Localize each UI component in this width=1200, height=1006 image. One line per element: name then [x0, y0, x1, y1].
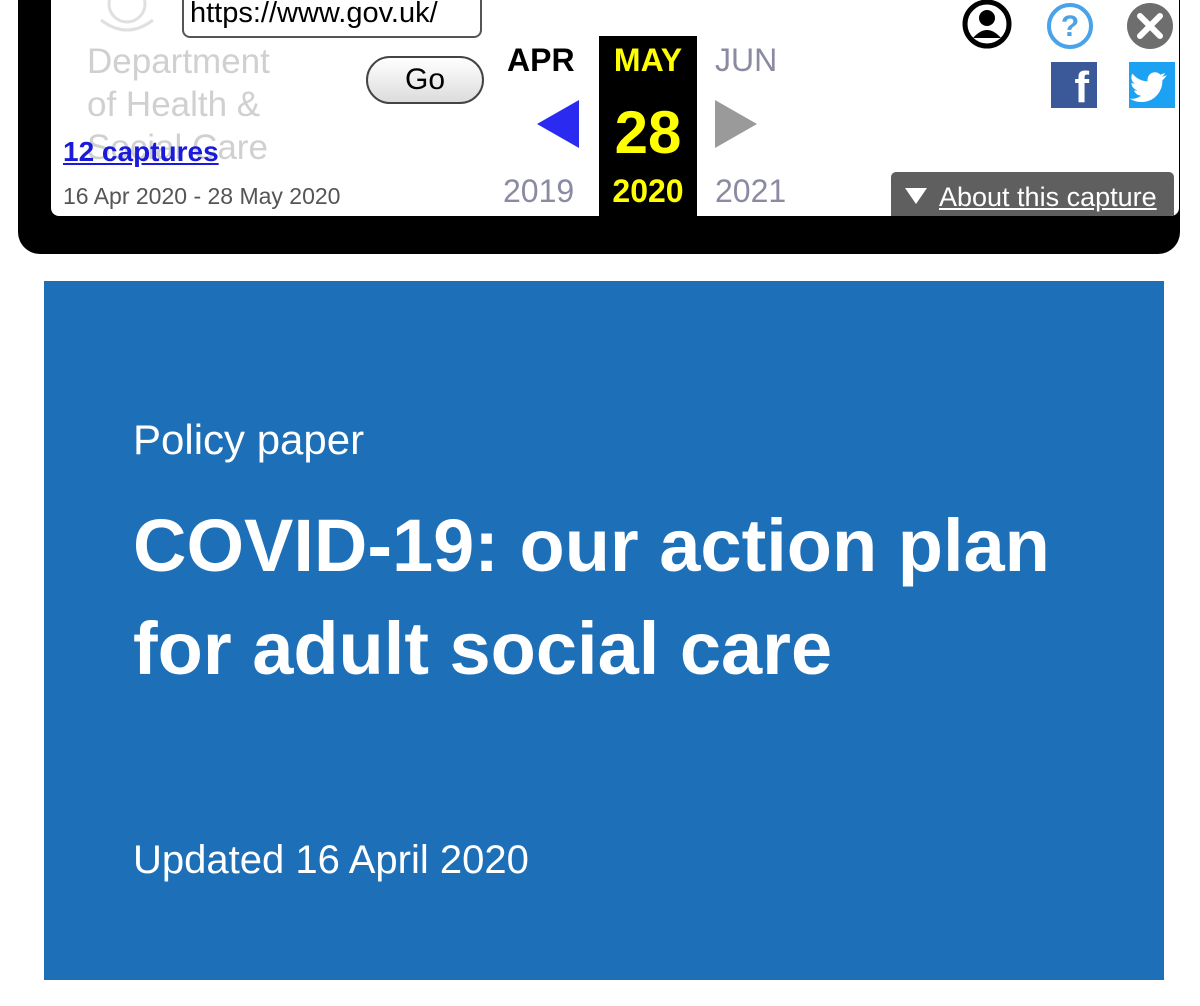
about-capture-button[interactable]: About this capture	[891, 172, 1174, 216]
about-capture-label: About this capture	[939, 182, 1157, 212]
url-input[interactable]	[182, 0, 482, 38]
capture-date-range: 16 Apr 2020 - 28 May 2020	[63, 183, 341, 209]
page-title: COVID-19: our action plan for adult soci…	[133, 504, 1050, 690]
go-button[interactable]: Go	[366, 56, 484, 104]
twitter-icon[interactable]	[1129, 62, 1175, 108]
prev-month-link[interactable]: APR	[507, 42, 575, 79]
wayback-toolbar: Department of Health & Social Care 12 ca…	[18, 0, 1180, 254]
current-month: MAY	[613, 42, 683, 78]
chevron-down-icon	[905, 188, 927, 204]
prev-capture-arrow[interactable]	[537, 100, 579, 148]
current-year: 2020	[612, 173, 684, 209]
next-year-link[interactable]: 2021	[715, 173, 786, 210]
facebook-icon[interactable]: f	[1051, 62, 1097, 108]
wayback-toolbar-panel: Department of Health & Social Care 12 ca…	[51, 0, 1179, 216]
user-icon[interactable]	[961, 0, 1013, 50]
updated-date: Updated 16 April 2020	[133, 838, 529, 882]
current-capture-date: MAY 28 2020	[599, 36, 697, 216]
close-icon[interactable]	[1126, 2, 1174, 50]
document-type-caption: Policy paper	[133, 416, 365, 463]
page-hero: Policy paper COVID-19: our action plan f…	[44, 281, 1164, 980]
next-month-label: JUN	[715, 42, 778, 78]
next-capture-arrow	[715, 100, 757, 148]
captures-link[interactable]: 12 captures	[63, 136, 219, 168]
prev-year-link[interactable]: 2019	[503, 173, 574, 210]
help-icon[interactable]: ?	[1046, 2, 1094, 50]
current-day: 28	[614, 99, 682, 166]
department-name-line: Department	[87, 42, 270, 81]
svg-text:?: ?	[1061, 10, 1079, 43]
department-name-line: of Health &	[87, 85, 261, 124]
royal-crest-icon	[100, 0, 154, 32]
